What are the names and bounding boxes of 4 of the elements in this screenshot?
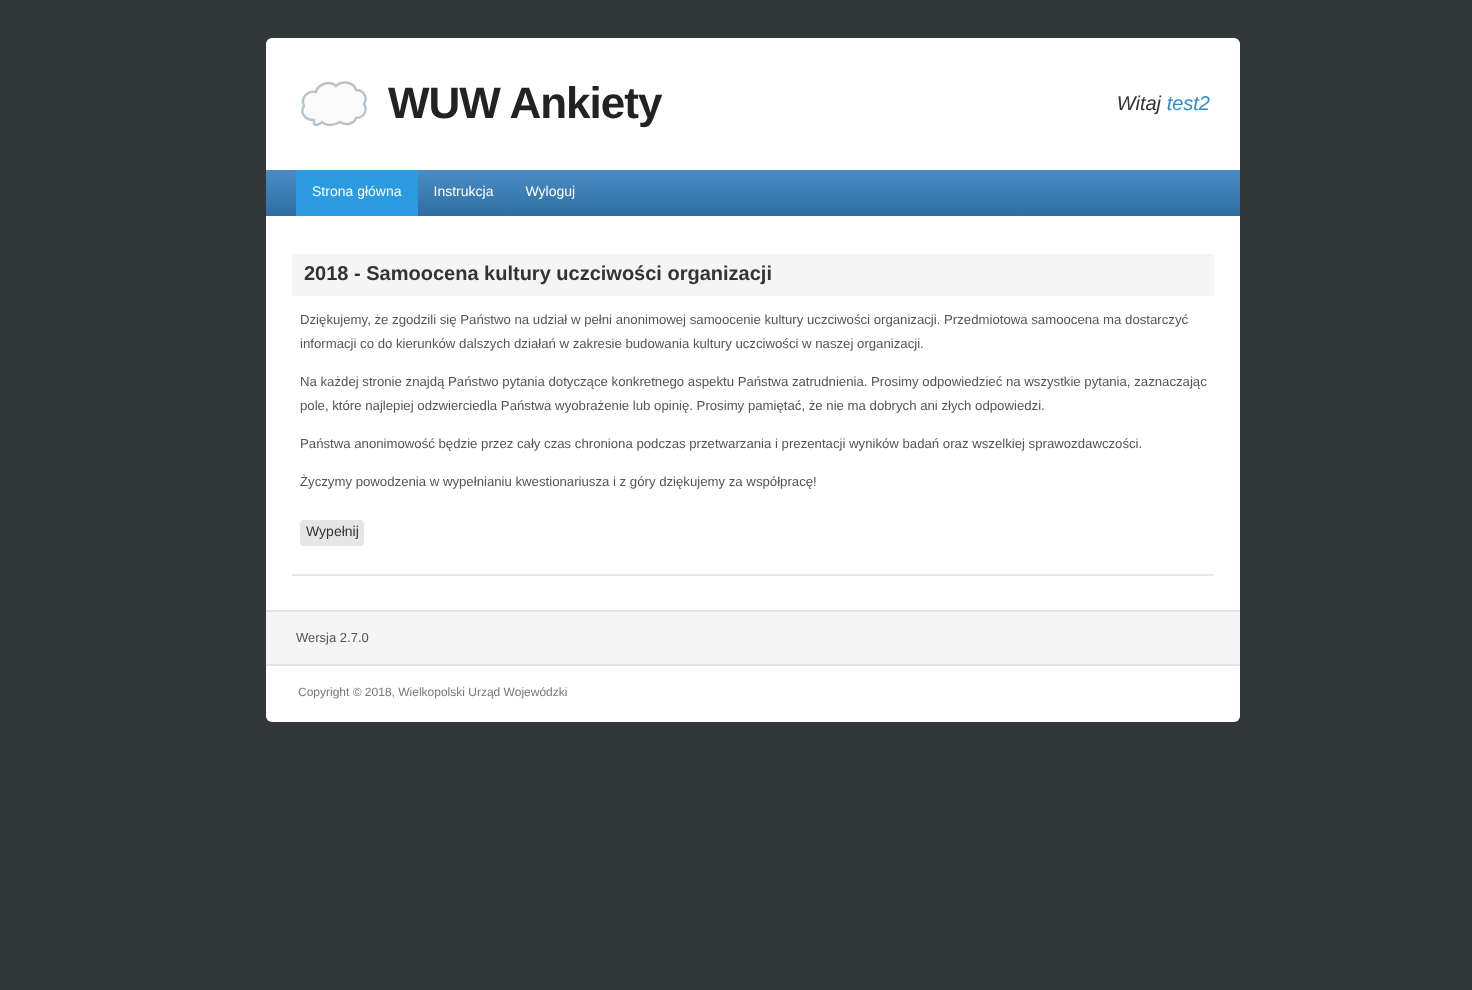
greeting-text: Witaj test2 (1116, 93, 1210, 115)
cloud-icon (298, 76, 370, 132)
survey-title: 2018 - Samoocena kultury uczciwości organizacji (292, 254, 1214, 296)
app-title: WUW Ankiety (388, 78, 662, 130)
